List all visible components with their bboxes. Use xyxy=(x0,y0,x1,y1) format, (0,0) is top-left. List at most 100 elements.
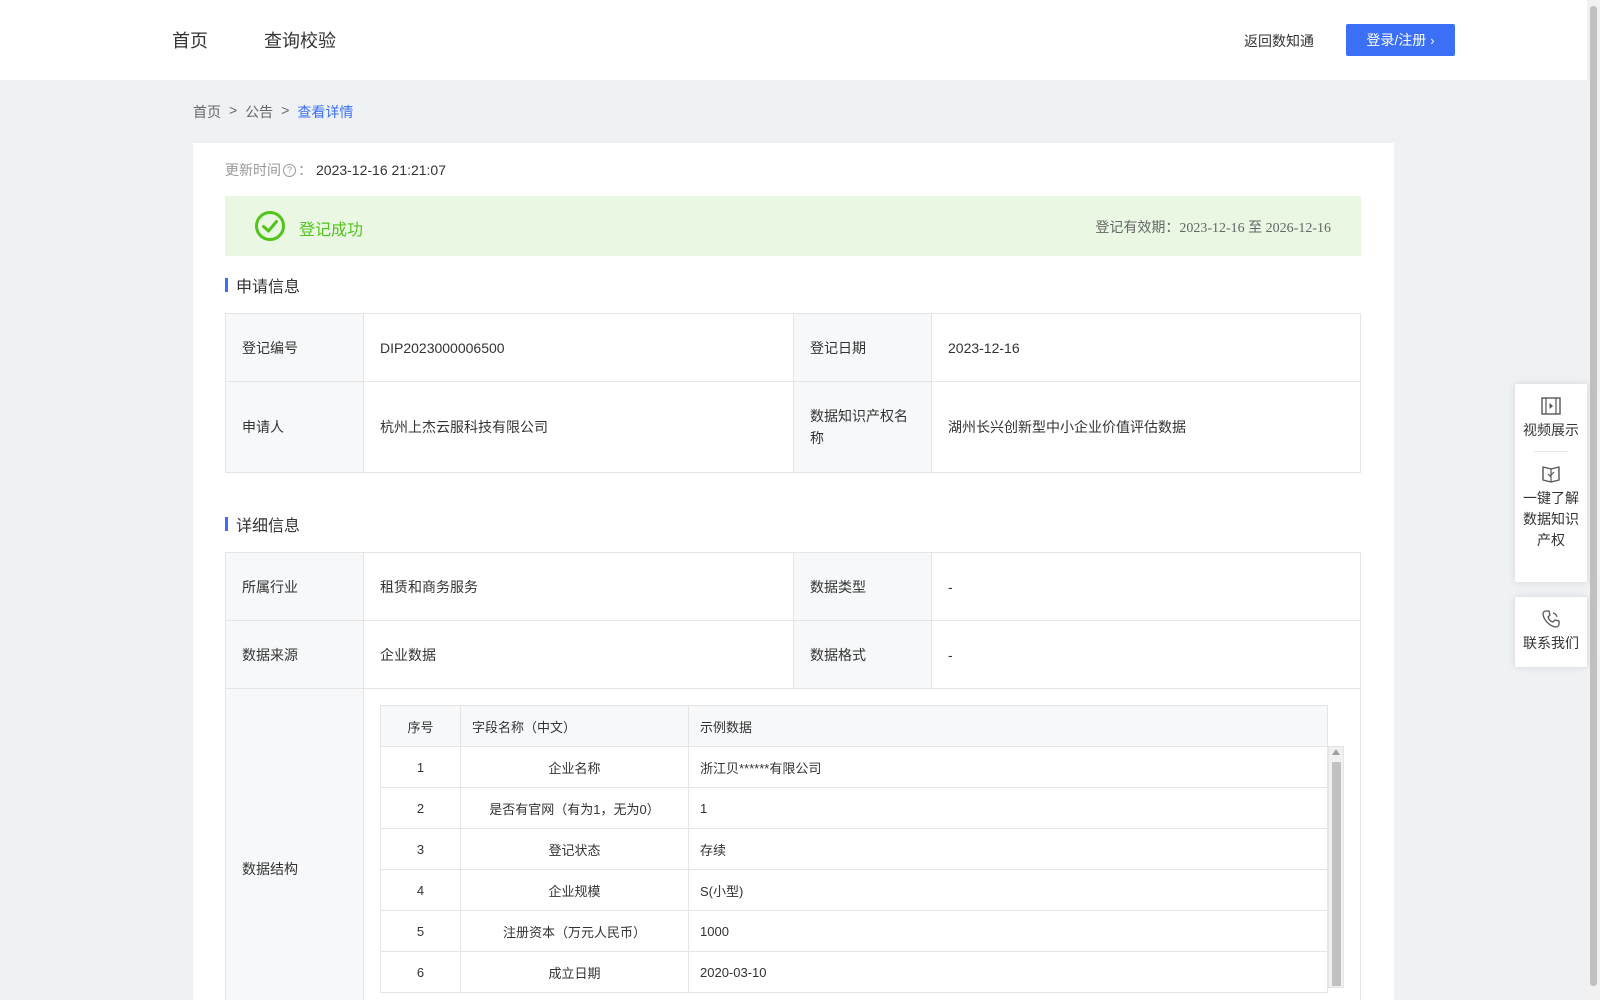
table-value: 杭州上杰云服科技有限公司 xyxy=(363,381,794,473)
table-cell: 成立日期 xyxy=(460,951,689,993)
validity-value: 2023-12-16 至 2026-12-16 xyxy=(1179,221,1331,236)
update-time-row: 更新时间 ? ： 2023-12-16 21:21:07 xyxy=(225,160,446,180)
nav-query-verify[interactable]: 查询校验 xyxy=(264,27,336,53)
breadcrumb-separator: > xyxy=(281,102,290,118)
table-value: - xyxy=(931,620,1361,689)
table-row: 5 注册资本（万元人民币） 1000 xyxy=(380,910,1328,952)
breadcrumb-announcement[interactable]: 公告 xyxy=(245,102,273,122)
phone-icon xyxy=(1542,610,1560,628)
contact-us-label: 联系我们 xyxy=(1523,635,1579,651)
section-marker xyxy=(225,278,228,292)
breadcrumb-separator: > xyxy=(229,102,238,118)
table-row: 登记编号 DIP2023000006500 登记日期 2023-12-16 xyxy=(225,313,1361,382)
section-marker xyxy=(225,517,228,531)
table-cell: 1 xyxy=(688,787,1328,829)
login-register-button[interactable]: 登录/注册 › xyxy=(1346,24,1455,56)
help-icon[interactable]: ? xyxy=(283,163,296,177)
learn-label-line-2: 数据知识 xyxy=(1523,511,1579,527)
table-label: 登记日期 xyxy=(793,313,932,382)
table-cell: 5 xyxy=(380,910,461,952)
structure-scrollbar-thumb[interactable] xyxy=(1332,762,1341,986)
table-label: 数据知识产权名称 xyxy=(793,381,932,473)
table-cell: 1 xyxy=(380,746,461,788)
structure-table-scrollbar[interactable] xyxy=(1328,746,1344,988)
table-label: 数据结构 xyxy=(225,688,364,1000)
contact-us-button[interactable]: 联系我们 xyxy=(1515,609,1587,654)
data-structure-wrapper: 序号 字段名称（中文） 示例数据 1 企业名称 浙江贝******有限公司 2 … xyxy=(380,705,1344,993)
section-title-text: 申请信息 xyxy=(236,279,301,296)
validity-label: 登记有效期： xyxy=(1095,219,1180,235)
divider xyxy=(1534,451,1568,452)
table-value: 湖州长兴创新型中小企业价值评估数据 xyxy=(931,381,1361,473)
table-cell: 1000 xyxy=(688,910,1328,952)
login-register-label: 登录/注册 xyxy=(1366,32,1427,48)
table-cell: 是否有官网（有为1，无为0） xyxy=(460,787,689,829)
table-row: 申请人 杭州上杰云服科技有限公司 数据知识产权名称 湖州长兴创新型中小企业价值评… xyxy=(225,381,1361,473)
breadcrumb-home[interactable]: 首页 xyxy=(193,102,221,122)
update-time-value: 2023-12-16 21:21:07 xyxy=(316,162,446,178)
table-cell: 注册资本（万元人民币） xyxy=(460,910,689,952)
detail-card: 更新时间 ? ： 2023-12-16 21:21:07 登记成功 登记有效期：… xyxy=(193,143,1394,1000)
page-scrollbar-thumb[interactable] xyxy=(1590,6,1597,986)
section-title-text: 详细信息 xyxy=(236,518,301,535)
table-value: 租赁和商务服务 xyxy=(363,552,794,621)
column-header-example: 示例数据 xyxy=(688,705,1328,747)
book-icon xyxy=(1542,466,1560,483)
check-circle-icon xyxy=(255,211,285,241)
table-value: 2023-12-16 xyxy=(931,313,1361,382)
table-label: 所属行业 xyxy=(225,552,364,621)
column-header-index: 序号 xyxy=(380,705,461,747)
status-text: 登记成功 xyxy=(299,222,364,239)
table-value: DIP2023000006500 xyxy=(363,313,794,382)
top-navigation-bar: 首页 查询校验 返回数知通 登录/注册 › xyxy=(0,0,1587,80)
table-value: - xyxy=(931,552,1361,621)
chevron-right-icon: › xyxy=(1430,32,1435,48)
breadcrumb-current: 查看详情 xyxy=(297,104,354,120)
side-float-contact: 联系我们 xyxy=(1515,597,1587,667)
table-cell: 企业名称 xyxy=(460,746,689,788)
table-row: 4 企业规模 S(小型) xyxy=(380,869,1328,911)
back-to-shuzhitong-link[interactable]: 返回数知通 xyxy=(1244,31,1314,51)
table-cell: 6 xyxy=(380,951,461,993)
table-row: 6 成立日期 2020-03-10 xyxy=(380,951,1328,993)
video-icon xyxy=(1541,397,1561,415)
table-label: 申请人 xyxy=(225,381,364,473)
table-row: 2 是否有官网（有为1，无为0） 1 xyxy=(380,787,1328,829)
table-label: 数据格式 xyxy=(793,620,932,689)
table-value: 企业数据 xyxy=(363,620,794,689)
table-header-row: 序号 字段名称（中文） 示例数据 xyxy=(380,705,1328,747)
table-row: 3 登记状态 存续 xyxy=(380,828,1328,870)
column-header-field: 字段名称（中文） xyxy=(460,705,689,747)
details-info-table: 所属行业 租赁和商务服务 数据类型 - 数据来源 企业数据 数据格式 - 数据结… xyxy=(225,552,1361,1000)
table-label: 登记编号 xyxy=(225,313,364,382)
table-row: 所属行业 租赁和商务服务 数据类型 - xyxy=(225,552,1361,621)
table-cell: 2 xyxy=(380,787,461,829)
table-cell: 3 xyxy=(380,828,461,870)
table-row: 数据结构 序号 字段名称（中文） 示例数据 1 企业名称 浙江贝******有限… xyxy=(225,688,1361,1000)
section-title-details: 详细信息 xyxy=(225,512,300,536)
data-structure-cell: 序号 字段名称（中文） 示例数据 1 企业名称 浙江贝******有限公司 2 … xyxy=(363,688,1361,1000)
validity-period: 登记有效期：2023-12-16 至 2026-12-16 xyxy=(1095,217,1331,237)
table-cell: 登记状态 xyxy=(460,828,689,870)
table-row: 1 企业名称 浙江贝******有限公司 xyxy=(380,746,1328,788)
update-time-label: 更新时间 xyxy=(225,162,281,178)
side-float-panel: 视频展示 一键了解 数据知识 产权 xyxy=(1515,384,1587,582)
table-cell: S(小型) xyxy=(688,869,1328,911)
page-scrollbar[interactable] xyxy=(1587,0,1600,1000)
table-cell: 4 xyxy=(380,869,461,911)
status-banner: 登记成功 登记有效期：2023-12-16 至 2026-12-16 xyxy=(225,196,1361,256)
video-showcase-button[interactable]: 视频展示 xyxy=(1515,396,1587,441)
table-label: 数据类型 xyxy=(793,552,932,621)
update-time-colon: ： xyxy=(298,162,312,178)
application-info-table: 登记编号 DIP2023000006500 登记日期 2023-12-16 申请… xyxy=(225,313,1361,473)
learn-data-ip-button[interactable]: 一键了解 数据知识 产权 xyxy=(1515,462,1587,551)
table-cell: 浙江贝******有限公司 xyxy=(688,746,1328,788)
table-cell: 存续 xyxy=(688,828,1328,870)
scroll-up-arrow-icon[interactable] xyxy=(1332,749,1340,755)
breadcrumb: 首页 > 公告 > 查看详情 xyxy=(193,102,353,122)
learn-label-line-3: 产权 xyxy=(1537,532,1565,548)
table-cell: 企业规模 xyxy=(460,869,689,911)
data-structure-table: 序号 字段名称（中文） 示例数据 1 企业名称 浙江贝******有限公司 2 … xyxy=(380,705,1328,993)
learn-label-line-1: 一键了解 xyxy=(1523,490,1579,506)
nav-home[interactable]: 首页 xyxy=(172,27,208,53)
